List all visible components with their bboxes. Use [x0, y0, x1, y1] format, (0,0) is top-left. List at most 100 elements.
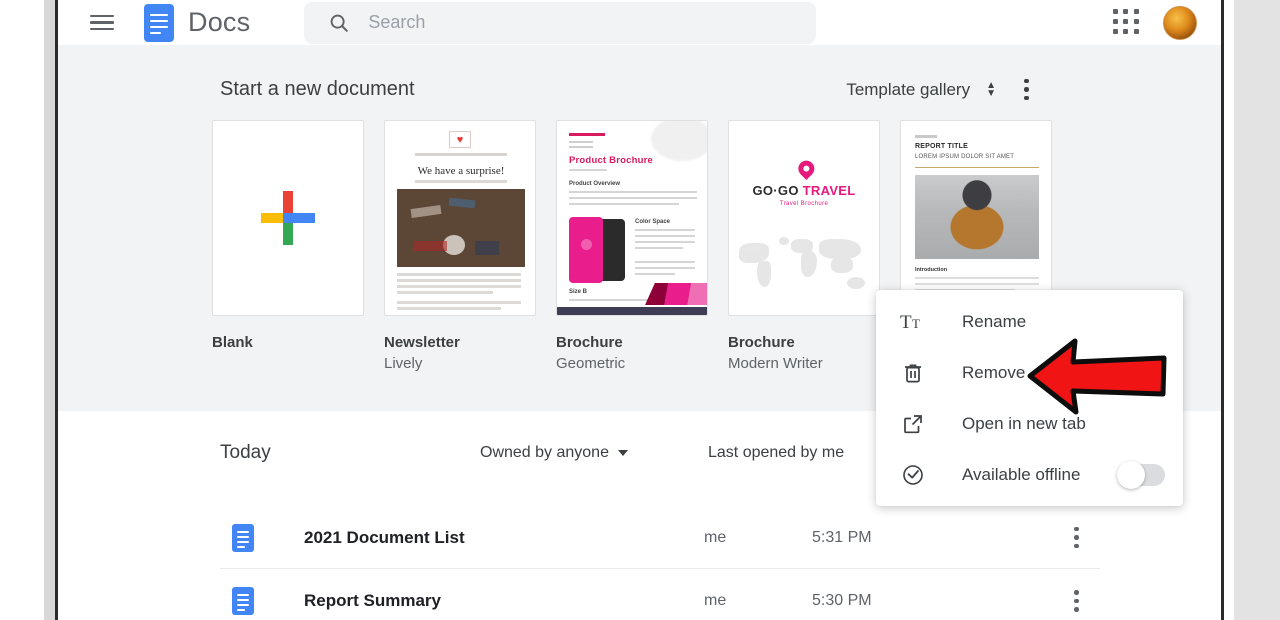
preview-line	[397, 273, 521, 276]
brand-part-b: TRAVEL	[802, 183, 856, 198]
user-avatar[interactable]	[1163, 5, 1197, 40]
document-more-icon[interactable]	[1074, 526, 1080, 549]
preview-line	[397, 301, 521, 304]
heart-icon: ♥	[449, 131, 471, 148]
phone-illustration	[569, 217, 627, 283]
app-brand-title: Docs	[188, 7, 251, 37]
sort-order-label: Last opened by me	[708, 444, 845, 461]
hamburger-menu-icon[interactable]	[90, 13, 116, 33]
google-docs-logo-icon[interactable]	[144, 3, 174, 42]
page-outer-margin-right	[1234, 0, 1280, 620]
preview-line	[635, 229, 695, 232]
report-subtitle: LOREM IPSUM DOLOR SIT AMET	[915, 154, 1015, 160]
sort-updown-icon[interactable]: ▲ ▼	[986, 81, 996, 99]
apps-grid-icon[interactable]	[1113, 8, 1141, 37]
template-subtitle: Modern Writer	[728, 355, 823, 372]
travel-tagline: Travel Brochure	[779, 201, 829, 207]
template-name: Newsletter	[384, 334, 460, 351]
google-docs-file-icon	[232, 587, 254, 615]
preview-line	[635, 247, 683, 250]
geometric-corner-graphic	[645, 283, 707, 305]
templates-more-icon[interactable]	[1024, 78, 1030, 101]
report-photo	[915, 175, 1039, 259]
preview-line	[635, 273, 675, 276]
templates-title: Start a new document	[220, 78, 415, 100]
owner-filter-dropdown[interactable]: Owned by anyone	[480, 444, 628, 462]
world-map-graphic	[735, 233, 877, 309]
preview-line	[569, 203, 679, 206]
search-bar[interactable]	[304, 1, 817, 44]
preview-line	[635, 261, 695, 264]
plus-icon	[261, 191, 315, 245]
template-card-brochure-geometric[interactable]: Product Brochure Product Overview Color …	[556, 120, 708, 372]
brochure-section: Color Space	[635, 219, 671, 225]
document-title: 2021 Document List	[304, 527, 465, 547]
brand-part-a: GO·GO	[752, 183, 803, 198]
preview-line	[569, 197, 697, 200]
template-gallery-link[interactable]: Template gallery	[846, 80, 970, 100]
brochure-title: Product Brochure	[569, 155, 653, 166]
preview-line	[569, 141, 593, 144]
preview-line	[915, 135, 937, 138]
preview-line	[569, 146, 593, 149]
divider	[915, 167, 1039, 169]
svg-text:T: T	[912, 316, 920, 331]
context-menu: T T Rename Remove Open in new tab Availa…	[876, 290, 1183, 506]
template-card-newsletter[interactable]: ♥ We have a surprise! Newsletter Lively	[384, 120, 536, 372]
context-menu-item-available-offline[interactable]: Available offline	[876, 449, 1183, 500]
preview-line	[397, 285, 521, 288]
context-menu-item-open-in-new-tab[interactable]: Open in new tab	[876, 398, 1183, 449]
context-menu-item-rename[interactable]: T T Rename	[876, 296, 1183, 347]
template-thumbnail: ♥ We have a surprise!	[384, 120, 536, 316]
document-time: 5:31 PM	[812, 528, 872, 546]
report-title: REPORT TITLE	[915, 143, 968, 150]
preview-line	[569, 133, 605, 137]
preview-line	[569, 191, 697, 194]
context-menu-item-remove[interactable]: Remove	[876, 347, 1183, 398]
template-name: Brochure	[728, 334, 795, 351]
template-name: Brochure	[556, 334, 623, 351]
travel-brand: GO·GO TRAVEL	[729, 183, 879, 198]
screenshot-root: Docs Start a new document Templa	[0, 0, 1280, 620]
preview-line	[397, 307, 501, 310]
document-row[interactable]: 2021 Document List me 5:31 PM	[220, 507, 1100, 569]
document-more-icon[interactable]	[1074, 590, 1080, 612]
report-section: Introduction	[915, 267, 948, 273]
document-title: Report Summary	[304, 591, 441, 610]
document-row[interactable]: Report Summary me 5:30 PM	[220, 570, 1100, 620]
toggle-knob	[1117, 460, 1145, 489]
docs-home-app: Docs Start a new document Templa	[58, 0, 1221, 620]
preview-line	[635, 235, 695, 238]
open-new-tab-icon	[898, 409, 928, 439]
trash-icon	[898, 358, 928, 388]
preview-line	[397, 291, 493, 294]
newsletter-photo	[397, 189, 525, 267]
google-docs-file-icon	[232, 523, 254, 552]
template-subtitle: Lively	[384, 355, 423, 372]
header-right-actions	[1113, 5, 1221, 40]
available-offline-toggle[interactable]	[1117, 460, 1165, 489]
owner-filter-label: Owned by anyone	[480, 444, 609, 461]
context-menu-item-label: Rename	[962, 311, 1027, 331]
template-card-blank[interactable]: Blank	[212, 120, 364, 372]
svg-text:T: T	[900, 312, 912, 333]
newsletter-headline: We have a surprise!	[417, 165, 505, 177]
preview-line	[635, 267, 695, 270]
app-header: Docs	[58, 0, 1221, 45]
preview-line	[397, 279, 521, 282]
context-menu-item-label: Open in new tab	[962, 413, 1086, 433]
preview-line	[915, 283, 1039, 286]
template-card-brochure-modern-writer[interactable]: GO·GO TRAVEL Travel Brochure Brochure Mo…	[728, 120, 880, 372]
context-menu-item-label: Remove	[962, 362, 1026, 382]
brochure-section: Size B	[569, 289, 588, 295]
page-frame-shadow-left	[44, 0, 55, 620]
template-thumbnail	[212, 120, 364, 316]
template-name: Blank	[212, 334, 253, 351]
page-outer-margin-left	[0, 0, 44, 620]
search-input[interactable]	[368, 12, 749, 33]
preview-line	[415, 180, 507, 183]
location-pin-icon	[795, 157, 818, 180]
template-thumbnail: Product Brochure Product Overview Color …	[556, 120, 708, 316]
text-format-icon: T T	[898, 307, 928, 337]
search-icon	[330, 14, 349, 32]
